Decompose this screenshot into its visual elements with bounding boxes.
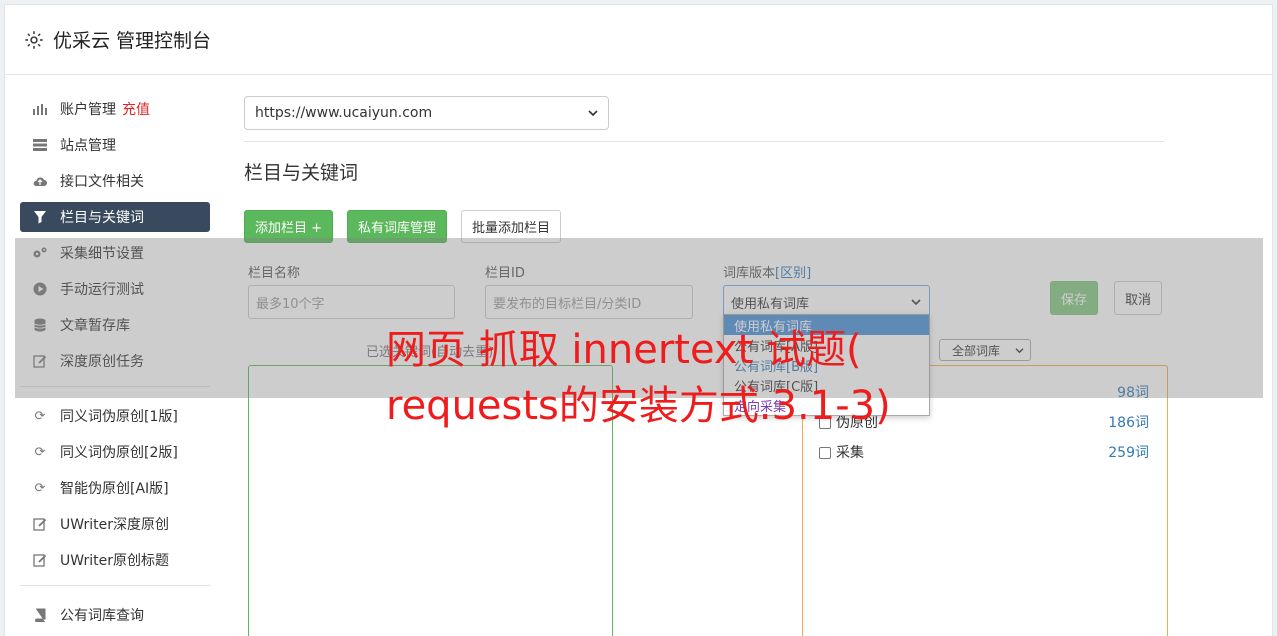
- sidebar-item-uwriter-deep[interactable]: UWriter深度原创: [20, 509, 210, 539]
- watermark-line-1: 网页 抓取 innertext 试题(: [386, 327, 862, 373]
- chevron-down-icon: [588, 105, 598, 121]
- site-url-select[interactable]: https://www.ucaiyun.com: [244, 96, 609, 130]
- refresh-icon: ⟳: [34, 480, 46, 496]
- sidebar-item-label: 账户管理: [60, 102, 116, 118]
- sidebar-item-label: 同义词伪原创[1版]: [60, 409, 178, 425]
- divider: [244, 141, 1164, 142]
- library-count: 259词: [1108, 445, 1149, 461]
- refresh-icon: ⟳: [34, 408, 46, 424]
- sidebar-item-synonym-v2[interactable]: ⟳ 同义词伪原创[2版]: [20, 437, 210, 467]
- sidebar-item-ai-rewrite[interactable]: ⟳ 智能伪原创[AI版]: [20, 473, 210, 503]
- sidebar-item-interface[interactable]: 接口文件相关: [20, 166, 210, 196]
- library-checkbox[interactable]: [819, 447, 831, 459]
- sidebar-item-label: 接口文件相关: [60, 174, 144, 190]
- main-content: https://www.ucaiyun.com 栏目与关键词 添加栏目 + 私有…: [244, 96, 1168, 636]
- site-url-value: https://www.ucaiyun.com: [255, 105, 433, 121]
- filter-icon: [32, 209, 48, 225]
- server-icon: [32, 137, 48, 153]
- recharge-link[interactable]: 充值: [122, 99, 150, 119]
- sidebar-item-label: UWriter深度原创: [60, 517, 169, 533]
- library-name-wrap: 采集: [819, 442, 864, 462]
- sidebar-item-synonym-v1[interactable]: ⟳ 同义词伪原创[1版]: [20, 401, 210, 431]
- page-title: 栏目与关键词: [244, 162, 359, 184]
- sidebar-divider: [20, 585, 210, 586]
- sidebar-item-label: 智能伪原创[AI版]: [60, 481, 169, 497]
- library-name: 采集: [836, 445, 864, 461]
- sidebar-item-label: 公有词库查询: [60, 608, 144, 624]
- bar-chart-icon: [32, 101, 48, 117]
- watermark-line-2: requests的安装方式.3.1-3): [386, 383, 891, 429]
- library-count: 186词: [1108, 415, 1149, 431]
- watermark-text: 网页 抓取 innertext 试题( requests的安装方式.3.1-3): [386, 322, 891, 434]
- book-icon: [32, 607, 48, 623]
- sidebar-item-label: 同义词伪原创[2版]: [60, 445, 178, 461]
- sidebar-item-columns[interactable]: 栏目与关键词: [20, 202, 210, 232]
- app-title: 优采云 管理控制台: [53, 30, 212, 52]
- sidebar-item-label: 站点管理: [60, 138, 116, 154]
- list-item[interactable]: 采集 259词: [819, 442, 1149, 462]
- edit-icon: [32, 552, 48, 568]
- sidebar-item-sites[interactable]: 站点管理: [20, 130, 210, 160]
- sidebar-item-uwriter-title[interactable]: UWriter原创标题: [20, 545, 210, 575]
- sidebar-item-public-lib[interactable]: 公有词库查询: [20, 600, 210, 630]
- top-bar: 优采云 管理控制台: [5, 5, 1274, 75]
- sidebar-item-label: 栏目与关键词: [60, 210, 144, 226]
- cloud-upload-icon: [32, 173, 48, 189]
- sidebar-item-label: UWriter原创标题: [60, 553, 169, 569]
- edit-icon: [32, 516, 48, 532]
- sidebar-item-account[interactable]: 账户管理 充值: [20, 94, 210, 124]
- gear-icon: [23, 29, 45, 51]
- refresh-icon: ⟳: [34, 444, 46, 460]
